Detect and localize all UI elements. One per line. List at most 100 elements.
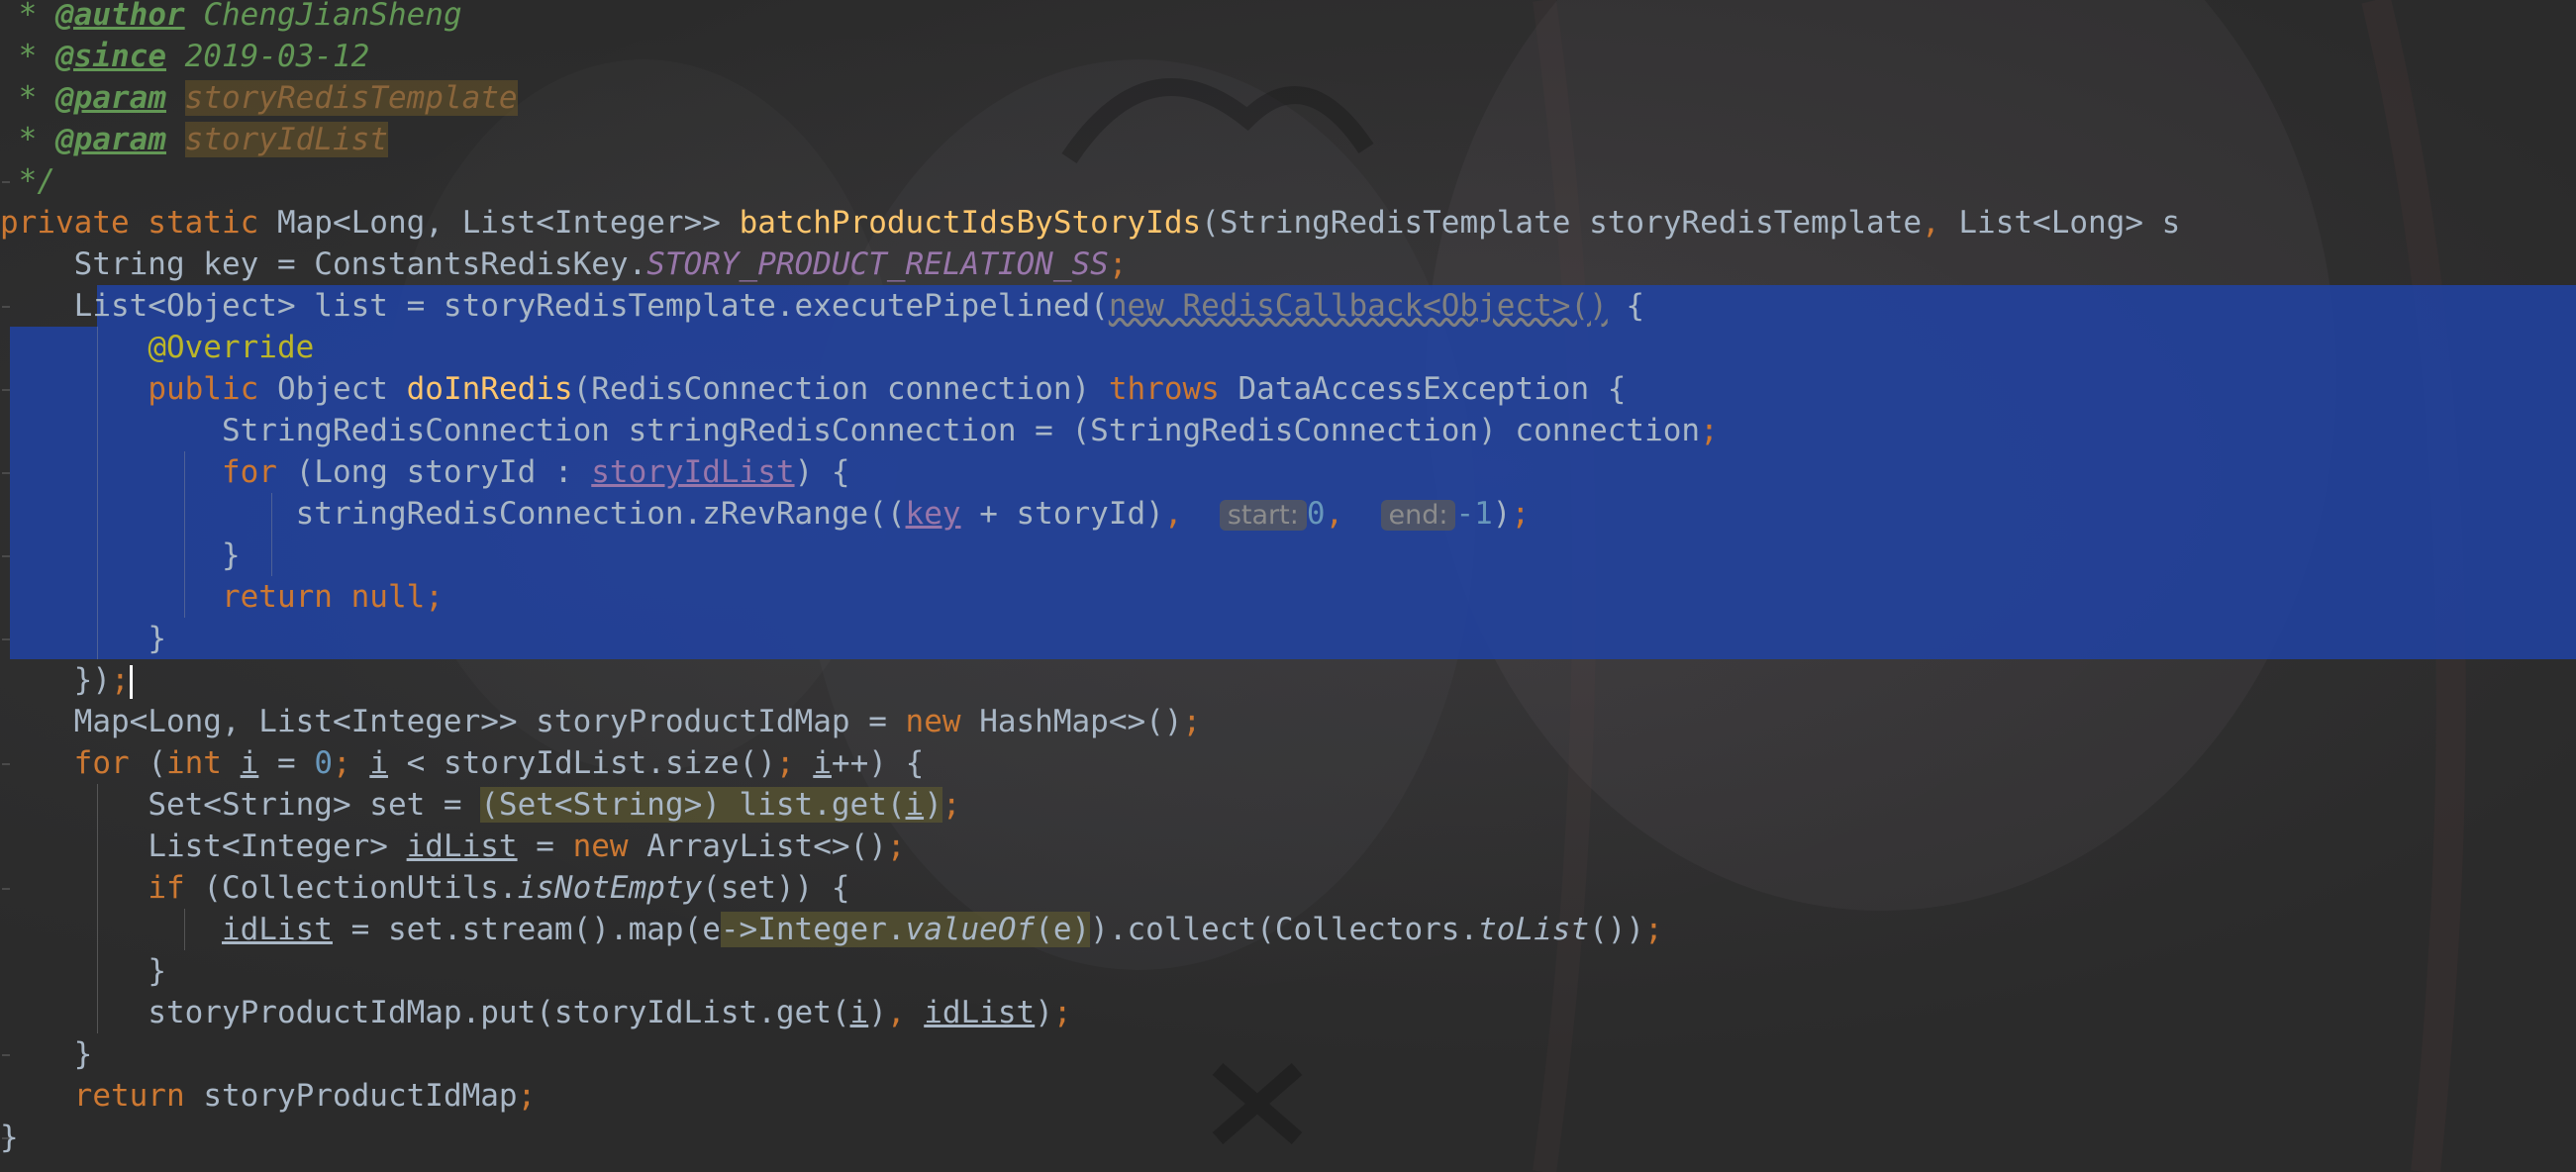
reassigned-variable: idList xyxy=(406,829,518,864)
code-line[interactable]: return null; xyxy=(0,576,444,618)
method-name: doInRedis xyxy=(406,371,573,407)
comment-star: * xyxy=(0,39,55,74)
code-text: ++) { xyxy=(831,745,925,781)
code-text: + storyId) xyxy=(960,496,1164,532)
static-method-call: isNotEmpty xyxy=(517,870,703,906)
code-editor[interactable]: * @author ChengJianSheng * @since 2019-0… xyxy=(0,0,2576,1172)
code-line[interactable]: }); xyxy=(0,659,133,701)
keyword: return null xyxy=(221,579,426,615)
keyword: if xyxy=(148,870,204,906)
code-line[interactable]: for (int i = 0; i < storyIdList.size(); … xyxy=(0,742,925,784)
semicolon: ; xyxy=(1052,995,1072,1030)
anonymous-class-warning[interactable]: new RedisCallback<Object>() xyxy=(1109,288,1608,324)
code-text: ) xyxy=(868,995,887,1030)
comment-star: * xyxy=(0,0,55,33)
javadoc-tag: @param xyxy=(55,80,166,116)
punctuation: , xyxy=(886,995,925,1030)
annotation: @Override xyxy=(148,330,315,365)
code-text: ( xyxy=(148,745,166,781)
code-text: StringRedisConnection stringRedisConnect… xyxy=(221,413,1701,448)
code-text: = xyxy=(517,829,573,864)
lambda-warning-highlight[interactable]: (e) xyxy=(1035,912,1091,947)
code-line[interactable]: * @since 2019-03-12 xyxy=(0,36,370,77)
code-text: }) xyxy=(73,662,111,698)
javadoc-param: storyIdList xyxy=(184,122,388,157)
code-line[interactable]: storyProductIdMap.put(storyIdList.get(i)… xyxy=(0,992,1072,1033)
keyword: new xyxy=(905,704,980,739)
code-line[interactable]: idList = set.stream().map(e->Integer.val… xyxy=(0,909,1663,950)
code-line[interactable]: public Object doInRedis(RedisConnection … xyxy=(0,368,1626,410)
code-text: storyProductIdMap.put(storyIdList.get( xyxy=(148,995,850,1030)
code-text: (set)) { xyxy=(702,870,850,906)
semicolon: ; xyxy=(1700,413,1719,448)
semicolon: ; xyxy=(425,579,444,615)
semicolon: ; xyxy=(332,745,370,781)
code-line[interactable]: return storyProductIdMap; xyxy=(0,1075,537,1117)
static-method-call: valueOf xyxy=(905,912,1036,947)
code-line[interactable]: Map<Long, List<Integer>> storyProductIdM… xyxy=(0,701,1202,742)
javadoc-tag: @param xyxy=(55,122,166,157)
code-line[interactable]: String key = ConstantsRedisKey.STORY_PRO… xyxy=(0,244,1128,285)
code-line[interactable]: StringRedisConnection stringRedisConnect… xyxy=(0,410,1719,451)
lambda-warning-highlight[interactable]: ->Integer. xyxy=(720,912,906,947)
code-text: DataAccessException { xyxy=(1238,371,1627,407)
code-line[interactable]: */ xyxy=(0,160,55,202)
code-line[interactable]: } xyxy=(0,535,241,576)
loop-variable: i xyxy=(905,787,925,823)
code-line[interactable]: } xyxy=(0,618,166,659)
code-text: storyProductIdMap xyxy=(203,1078,518,1114)
comment-star: * xyxy=(0,80,55,116)
code-line[interactable]: } xyxy=(0,1033,93,1075)
code-text: List<Object> list = storyRedisTemplate.e… xyxy=(73,288,1109,324)
code-text: (StringRedisTemplate storyRedisTemplate xyxy=(1201,205,1923,241)
code-text: ArrayList<>() xyxy=(646,829,887,864)
code-line[interactable]: * @param storyIdList xyxy=(0,119,388,160)
captured-variable: key xyxy=(905,496,961,532)
code-line[interactable]: * @param storyRedisTemplate xyxy=(0,77,518,119)
code-line[interactable]: Set<String> set = (Set<String>) list.get… xyxy=(0,784,961,826)
code-line[interactable]: * @author ChengJianSheng xyxy=(0,0,462,36)
code-line[interactable]: stringRedisConnection.zRevRange((key + s… xyxy=(0,493,1531,535)
javadoc-text: 2019-03-12 xyxy=(165,39,370,74)
semicolon: ; xyxy=(941,787,961,823)
code-text: ()) xyxy=(1589,912,1645,947)
code-text: Map<Long, List<Integer>> xyxy=(276,205,740,241)
code-text: } xyxy=(148,621,166,656)
keyword: int xyxy=(165,745,241,781)
comment-end: */ xyxy=(0,163,55,199)
keyword: return xyxy=(73,1078,204,1114)
code-line[interactable]: for (Long storyId : storyIdList) { xyxy=(0,451,850,493)
comment-star: * xyxy=(0,122,55,157)
code-line[interactable]: @Override xyxy=(0,327,314,368)
cast-warning-highlight[interactable]: ) xyxy=(924,787,942,823)
code-line[interactable]: } xyxy=(0,950,166,992)
keyword: for xyxy=(73,745,149,781)
keyword: public xyxy=(148,371,277,407)
code-line[interactable]: } xyxy=(0,1117,19,1158)
cast-warning-highlight[interactable]: (Set<String>) list.get( xyxy=(480,787,906,823)
code-line[interactable]: List<Integer> idList = new ArrayList<>()… xyxy=(0,826,905,867)
loop-variable: i xyxy=(369,745,388,781)
code-line[interactable]: List<Object> list = storyRedisTemplate.e… xyxy=(0,285,1644,327)
loop-variable: i xyxy=(849,995,869,1030)
code-line[interactable]: private static Map<Long, List<Integer>> … xyxy=(0,202,2180,244)
code-text: = xyxy=(258,745,315,781)
code-text: < storyIdList.size() xyxy=(387,745,776,781)
number-literal: 0 xyxy=(314,745,333,781)
code-line[interactable]: if (CollectionUtils.isNotEmpty(set)) { xyxy=(0,867,850,909)
code-text: Object xyxy=(276,371,407,407)
javadoc-text: ChengJianSheng xyxy=(184,0,462,33)
semicolon: ; xyxy=(1511,496,1531,532)
semicolon: ; xyxy=(110,662,130,698)
semicolon: ; xyxy=(517,1078,537,1114)
